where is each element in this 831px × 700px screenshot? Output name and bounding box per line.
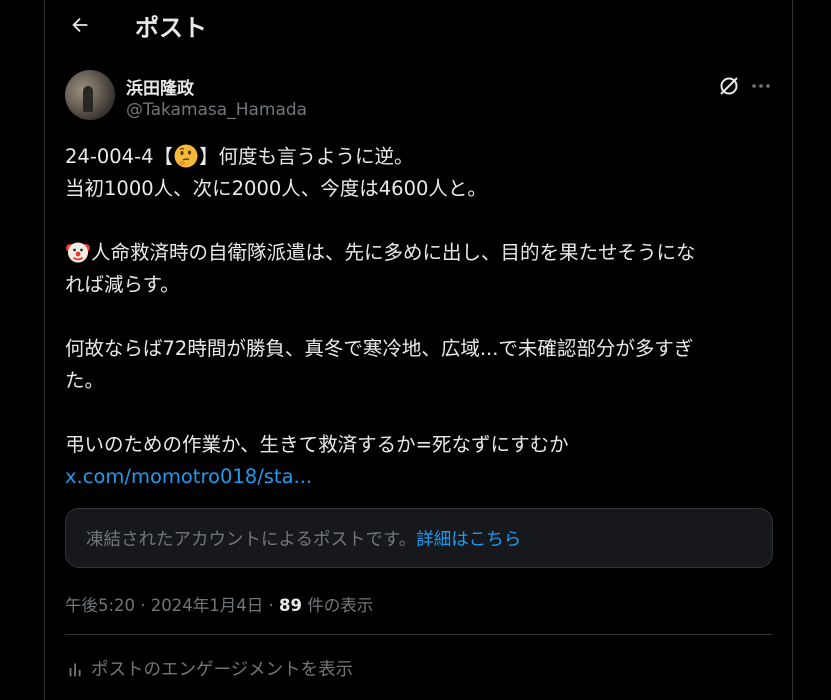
notice-text: 凍結されたアカウントによるポストです。	[86, 529, 417, 550]
clown-face-emoji	[66, 242, 90, 263]
tweet-text-segment: 24-004-4【	[65, 145, 174, 168]
quoted-post-link[interactable]: x.com/momotro018/sta...	[65, 465, 312, 488]
author-row: 浜田隆政 @Takamasa_Hamada	[65, 70, 774, 126]
post-column: ポスト 浜田隆政 @Takamasa_Hamada 24-004-4【 】何度も…	[44, 0, 793, 700]
view-count: 89	[279, 596, 302, 615]
avatar[interactable]	[65, 70, 115, 120]
details-link[interactable]: 詳細はこちら	[416, 526, 521, 551]
view-engagement-button[interactable]: ポストのエンゲージメントを表示	[65, 656, 353, 681]
tweet-text-segment: 】何度も言うように逆。	[199, 145, 414, 168]
tweet-line: 弔いのための作業か、生きて救済するか=死なずにすむか	[65, 433, 569, 456]
post-meta: 午後5:20 · 2024年1月4日 · 89 件の表示	[65, 592, 373, 616]
post-timestamp[interactable]: 午後5:20 · 2024年1月4日 ·	[65, 596, 279, 615]
engagement-label: ポストのエンゲージメントを表示	[91, 660, 354, 680]
post-header: ポスト	[45, 0, 792, 50]
view-count-label: 件の表示	[301, 596, 374, 615]
analytics-icon	[69, 663, 81, 676]
more-icon	[752, 84, 770, 88]
tweet-text: 24-004-4【 】何度も言うように逆。 当初1000人、次に2000人、今度…	[65, 141, 755, 493]
tweet-text-segment: 人命救済時の自衛隊派遣は、先に多めに出し、目的を果たせそうにな	[91, 241, 696, 264]
tweet-line: 人命救済時の自衛隊派遣は、先に多めに出し、目的を果たせそうにな	[65, 237, 755, 269]
grok-icon	[720, 77, 738, 95]
back-button[interactable]	[65, 10, 95, 40]
more-options-button[interactable]	[749, 74, 773, 98]
tweet-line: れば減らす。	[65, 273, 180, 296]
tweet-line: 24-004-4【 】何度も言うように逆。	[65, 141, 755, 173]
tweet-line: 何故ならば72時間が勝負、真冬で寒冷地、広域...で未確認部分が多すぎ	[65, 337, 694, 360]
page-title: ポスト	[135, 14, 207, 42]
divider	[65, 634, 773, 635]
grok-button[interactable]	[717, 74, 741, 98]
author-handle[interactable]: @Takamasa_Hamada	[126, 100, 307, 120]
arrow-left-icon	[72, 17, 88, 33]
tweet-line: x.com/momotro018/sta...	[65, 461, 755, 493]
suspended-account-notice: 凍結されたアカウントによるポストです。 詳細はこちら	[65, 508, 773, 568]
thinking-face-emoji	[174, 144, 198, 168]
tweet-line: た。	[65, 369, 105, 392]
author-name[interactable]: 浜田隆政	[126, 74, 194, 99]
tweet-line: 当初1000人、次に2000人、今度は4600人と。	[65, 177, 487, 200]
